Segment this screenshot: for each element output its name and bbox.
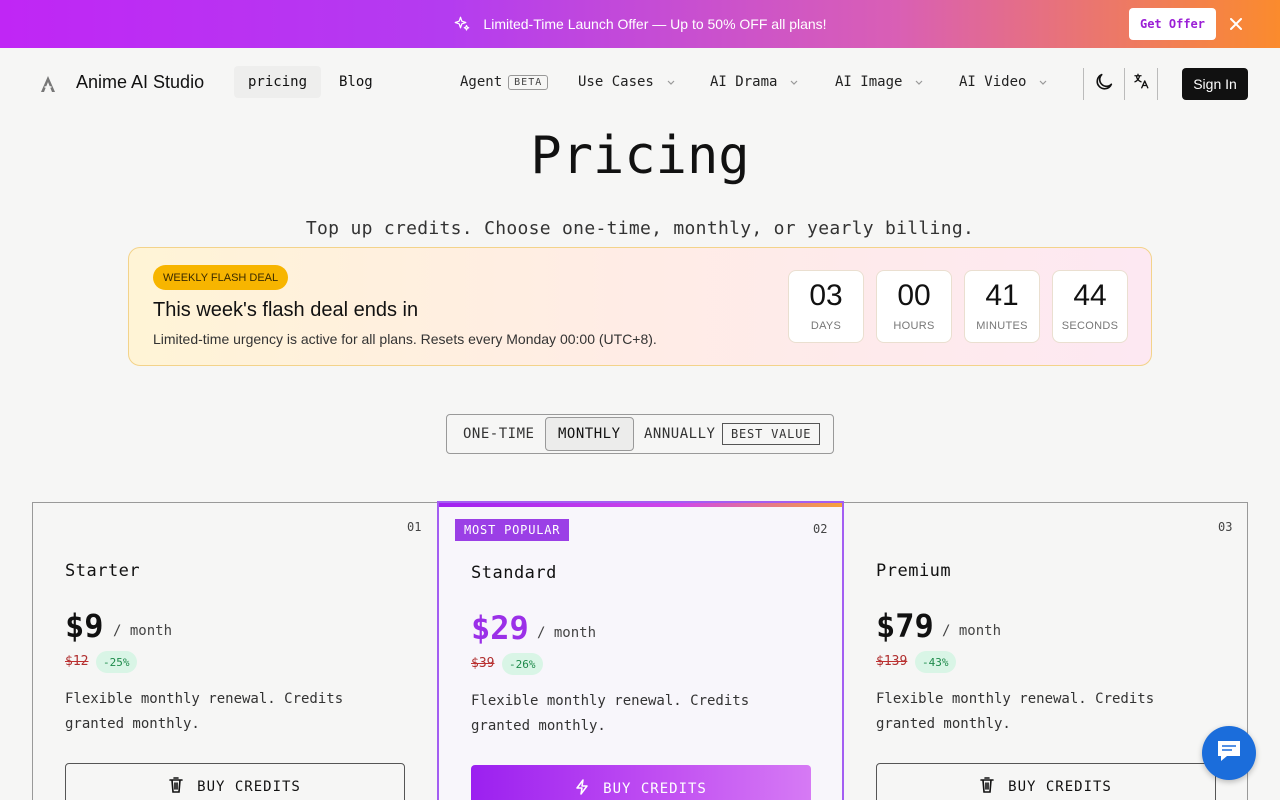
plan-number: 02	[813, 522, 828, 536]
plan-price: $9	[65, 607, 104, 645]
countdown-label: HOURS	[893, 320, 935, 332]
trash-icon	[980, 777, 994, 797]
divider	[1124, 68, 1125, 100]
countdown-hours: 00 HOURS	[876, 270, 952, 343]
plan-card-starter: 01 Starter $9 / month $12 -25% Flexible …	[33, 503, 437, 800]
countdown-seconds: 44 SECONDS	[1052, 270, 1128, 343]
nav-agent-label: Agent	[460, 74, 503, 90]
countdown-label: SECONDS	[1061, 320, 1119, 332]
logo-icon[interactable]	[38, 74, 58, 94]
sparkle-icon	[453, 15, 471, 33]
discount-badge: -43%	[915, 651, 956, 673]
plan-old-price: $12	[65, 654, 89, 669]
chat-button[interactable]	[1202, 726, 1256, 780]
nav-menu-label: Use Cases	[578, 74, 654, 90]
get-offer-button[interactable]: Get Offer	[1129, 8, 1216, 40]
banner-text: Limited-Time Launch Offer — Up to 50% OF…	[483, 16, 827, 32]
plan-name: Premium	[876, 561, 952, 581]
plan-name: Standard	[471, 563, 557, 583]
plan-period: / month	[537, 625, 597, 641]
plan-old-price: $139	[876, 654, 908, 669]
nav-agent[interactable]: Agent BETA	[460, 74, 549, 90]
plan-card-premium: 03 Premium $79 / month $139 -43% Flexibl…	[844, 503, 1248, 800]
billing-option-monthly[interactable]: MONTHLY	[545, 417, 634, 451]
chevron-down-icon	[789, 77, 799, 87]
plan-description: Flexible monthly renewal. Credits grante…	[65, 691, 344, 732]
close-icon[interactable]	[1226, 14, 1246, 34]
countdown-value: 00	[897, 279, 931, 312]
plan-description: Flexible monthly renewal. Credits grante…	[876, 691, 1155, 732]
plan-period: / month	[113, 623, 173, 639]
flash-deal-description: Limited-time urgency is active for all p…	[153, 331, 657, 347]
nav-link-pricing[interactable]: pricing	[234, 66, 322, 98]
plan-card-standard: MOST POPULAR 02 Standard $29 / month $39…	[437, 501, 844, 800]
flash-deal-panel: WEEKLY FLASH DEAL This week's flash deal…	[128, 247, 1152, 366]
buy-credits-button[interactable]: BUY CREDITS	[65, 763, 405, 800]
nav-menu-ai-video[interactable]: AI Video	[959, 74, 1048, 90]
sign-in-button[interactable]: Sign In	[1182, 68, 1248, 100]
page-subtitle: Top up credits. Choose one-time, monthly…	[305, 218, 975, 239]
chevron-down-icon	[914, 77, 924, 87]
most-popular-badge: MOST POPULAR	[455, 519, 570, 541]
plan-name: Starter	[65, 561, 141, 581]
divider	[1157, 68, 1158, 100]
countdown-minutes: 41 MINUTES	[964, 270, 1040, 343]
plan-description: Flexible monthly renewal. Credits grante…	[471, 693, 750, 734]
beta-badge: BETA	[508, 74, 549, 90]
trash-icon	[169, 777, 183, 797]
plan-price: $29	[471, 609, 529, 647]
billing-toggle: ONE-TIME MONTHLY ANNUALLY BEST VALUE	[446, 414, 834, 454]
discount-badge: -26%	[502, 653, 543, 675]
buy-credits-button[interactable]: BUY CREDITS	[471, 765, 811, 800]
countdown-label: MINUTES	[976, 320, 1028, 332]
billing-option-annually[interactable]: ANNUALLY	[644, 426, 715, 442]
countdown-value: 44	[1073, 279, 1107, 312]
buy-credits-button[interactable]: BUY CREDITS	[876, 763, 1216, 800]
chevron-down-icon	[666, 77, 676, 87]
countdown-value: 41	[985, 279, 1019, 312]
nav-menu-use-cases[interactable]: Use Cases	[578, 74, 676, 90]
chevron-down-icon	[1038, 77, 1048, 87]
nav-link-blog[interactable]: Blog	[339, 74, 373, 90]
chat-icon	[1215, 738, 1243, 768]
nav-menu-label: AI Drama	[710, 74, 778, 90]
countdown-value: 03	[809, 279, 843, 312]
page-title: Pricing	[530, 126, 750, 186]
nav-menu-label: AI Image	[835, 74, 903, 90]
buy-credits-label: BUY CREDITS	[603, 781, 707, 797]
brand-name[interactable]: Anime AI Studio	[76, 72, 204, 93]
plan-price: $79	[876, 607, 934, 645]
buy-credits-label: BUY CREDITS	[1008, 779, 1112, 795]
plan-old-price: $39	[471, 656, 495, 671]
plan-number: 03	[1218, 520, 1233, 534]
plan-cards: 01 Starter $9 / month $12 -25% Flexible …	[32, 501, 1248, 800]
moon-icon[interactable]	[1092, 70, 1116, 94]
buy-credits-label: BUY CREDITS	[197, 779, 301, 795]
nav-menu-ai-drama[interactable]: AI Drama	[710, 74, 799, 90]
highlight-bar	[439, 503, 842, 507]
nav-menu-ai-image[interactable]: AI Image	[835, 74, 924, 90]
translate-icon[interactable]	[1130, 70, 1152, 92]
flash-deal-badge: WEEKLY FLASH DEAL	[153, 265, 289, 290]
discount-badge: -25%	[96, 651, 137, 673]
best-value-badge: BEST VALUE	[722, 423, 821, 445]
billing-option-one-time[interactable]: ONE-TIME	[463, 426, 534, 442]
divider	[1083, 68, 1084, 100]
nav-menu-label: AI Video	[959, 74, 1027, 90]
bolt-icon	[575, 779, 589, 799]
countdown-days: 03 DAYS	[788, 270, 864, 343]
plan-period: / month	[942, 623, 1002, 639]
promo-banner: Limited-Time Launch Offer — Up to 50% OF…	[0, 0, 1280, 48]
flash-deal-title: This week's flash deal ends in	[153, 299, 419, 321]
plan-number: 01	[407, 520, 422, 534]
countdown-label: DAYS	[810, 320, 842, 332]
top-nav: Anime AI Studio pricing Blog Agent BETA …	[0, 48, 1280, 120]
